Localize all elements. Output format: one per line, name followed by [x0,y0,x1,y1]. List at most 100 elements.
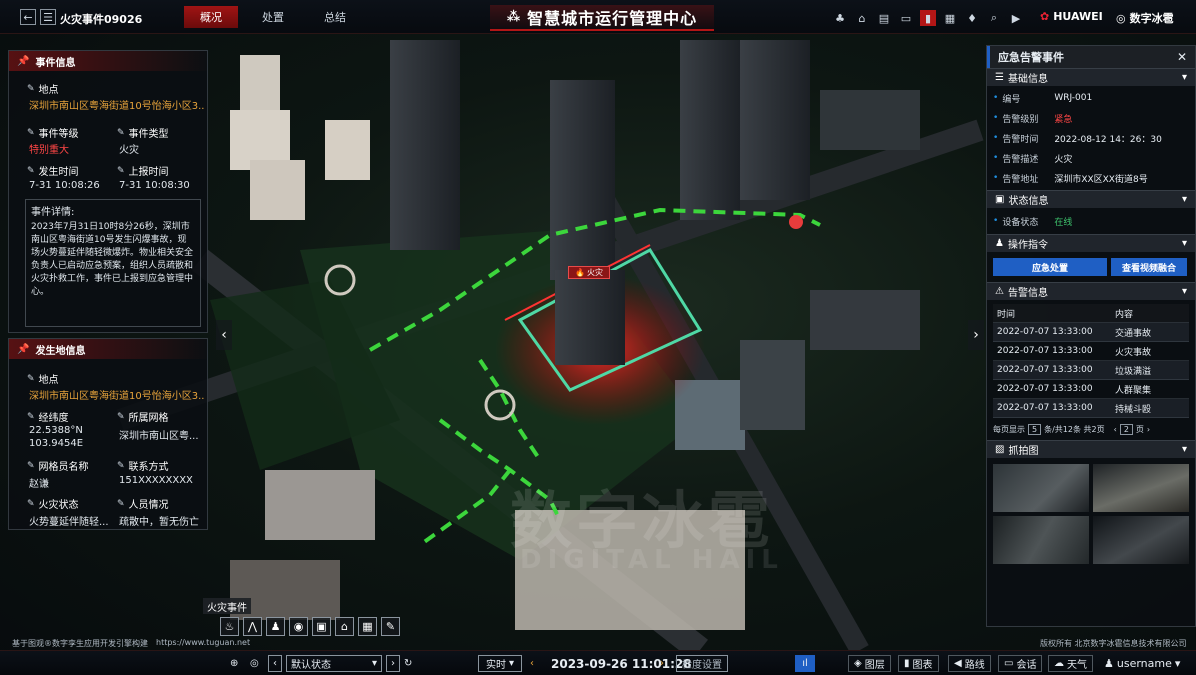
chevron-down-icon: ▾ [1181,238,1187,249]
event-list-button[interactable]: ☰ [40,9,56,25]
location-value: 深圳市南山区粤海街道10号怡海小区3... [29,101,205,112]
equalizer-button[interactable]: ıl [795,655,815,672]
chat-icon: ▭ [1004,658,1014,669]
route-button[interactable]: ◀ 路线 [948,655,991,672]
page-title: ⁂ 智慧城市运行管理中心 [490,5,714,31]
snapshot-image[interactable] [1093,464,1189,512]
chevron-right-icon: › [973,327,979,343]
fire-tool-icon: ♨ [224,620,235,633]
print-icon[interactable]: ▭ [898,10,914,26]
home-icon[interactable]: ⌂ [854,10,870,26]
basic-info-list: • 编号 WRJ-001 • 告警级别 紧急 • 告警时间 2022-08-12 14：26… [987,86,1195,190]
user-icon: ♟ [995,238,1004,249]
prev-page-button[interactable]: ‹ [1114,425,1117,434]
status-info-header[interactable]: ▣ 状态信息 ▾ [987,190,1195,208]
chart-icon[interactable]: ▮ [920,10,936,26]
time-next-button[interactable]: › [660,655,664,672]
list-icon: ☰ [43,10,53,24]
credit-link[interactable]: https://www.tuguan.net [156,638,250,649]
page-size-select[interactable]: 5 [1028,423,1042,435]
site-info-header: 📌 发生地信息 [9,339,207,359]
time-prev-button[interactable]: ‹ [530,655,534,672]
org-icon[interactable]: ♣ [832,10,848,26]
layers-icon: ◈ [854,658,862,669]
fire-location-tag[interactable]: 🔥 火灾 [568,266,610,279]
command-header[interactable]: ♟ 操作指令 ▾ [987,234,1195,252]
contact-label: ✎ 联系方式 [117,460,169,474]
tab-summary[interactable]: 总结 [308,6,362,28]
weather-button[interactable]: ☁ 天气 [1048,655,1093,672]
table-row[interactable]: 2022-07-07 13:33:00 持械斗殴 [993,399,1189,418]
view-video-button[interactable]: 查看视频融合 [1111,258,1187,276]
coord-lng: 103.9454E [29,438,84,449]
layers-icon[interactable]: ▤ [876,10,892,26]
snapshot-header[interactable]: ▨ 抓拍图 ▾ [987,440,1195,458]
search-icon[interactable]: ⌕ [986,10,1002,26]
meeting-button[interactable]: ▭ 会话 [998,655,1043,672]
building-tool-button[interactable]: ⌂ [335,617,354,636]
charts-button[interactable]: ▮ 图表 [898,655,939,672]
camera-tool-button[interactable]: ◉ [289,617,308,636]
target-button[interactable]: ◎ [250,655,259,672]
close-icon[interactable]: ✕ [1177,50,1187,64]
collapse-left-button[interactable]: ‹ [216,320,232,350]
alarm-info-header[interactable]: ⚠ 告警信息 ▾ [987,282,1195,300]
event-info-panel: 📌 事件信息 ✎ 地点 深圳市南山区粤海街道10号怡海小区3... ✎ 事件等级 特… [8,50,208,333]
pen-tool-button[interactable]: ✎ [381,617,400,636]
realtime-select[interactable]: 实时 ▾ [478,655,522,672]
marker-icon: ✎ [27,498,35,509]
table-row[interactable]: 2022-07-07 13:33:00 垃圾满溢 [993,361,1189,380]
arrow-left-icon: ← [23,10,33,24]
ice-ring-icon: ◎ [1116,11,1126,25]
chevron-down-icon: ▾ [1181,286,1187,297]
alarm-panel-header: 应急告警事件 ✕ [987,46,1195,68]
prev-state-button[interactable]: ‹ [268,655,282,672]
alarm-table: 时间 内容 2022-07-07 13:33:00 交通事故 2022-07-07… [987,300,1195,418]
level-label: ✎ 事件等级 [27,127,79,141]
back-button[interactable]: ← [20,9,36,25]
table-row[interactable]: 2022-07-07 13:33:00 人群聚集 [993,380,1189,399]
refresh-button[interactable]: ↻ [404,655,412,672]
emergency-handle-button[interactable]: 应急处置 [993,258,1107,276]
next-page-button[interactable]: › [1147,425,1150,434]
marker-icon: ✎ [27,83,35,94]
event-info-header: 📌 事件信息 [9,51,207,71]
tab-handling[interactable]: 处置 [246,6,300,28]
device-status-value: 在线 [1054,217,1073,228]
speed-setting-button[interactable]: 检度设置 [676,655,728,672]
marker-icon: ✎ [117,411,125,422]
basic-row-level: • 告警级别 紧急 [993,113,1073,125]
tab-overview[interactable]: 概况 [184,6,238,28]
list-icon: ☰ [995,72,1004,83]
detail-label: 事件详情: [31,207,75,218]
snapshot-image[interactable] [993,516,1089,564]
vehicle-tool-button[interactable]: ▣ [312,617,331,636]
page-number-input[interactable]: 2 [1119,423,1133,435]
marker-icon: ✎ [117,498,125,509]
occur-time-value: 7-31 10:08:26 [29,180,100,191]
collapse-right-button[interactable]: › [968,320,984,350]
report-time-value: 7-31 10:08:30 [119,180,190,191]
basic-info-header[interactable]: ☰ 基础信息 ▾ [987,68,1195,86]
tool-tooltip: 火灾事件 [203,598,251,614]
table-row[interactable]: 2022-07-07 13:33:00 火灾事故 [993,342,1189,361]
marker-icon: ✎ [27,165,35,176]
grid-icon[interactable]: ▦ [942,10,958,26]
pin-icon: 📌 [17,343,30,355]
user-menu[interactable]: ♟ username ▾ [1104,655,1180,672]
person-tool-button[interactable]: ♟ [266,617,285,636]
state-select[interactable]: 默认状态 ▾ [286,655,382,672]
next-state-button[interactable]: › [386,655,400,672]
image-icon: ▨ [995,444,1005,455]
layers-button[interactable]: ◈ 图层 [848,655,891,672]
map-tool-button[interactable]: ▦ [358,617,377,636]
snapshot-image[interactable] [1093,516,1189,564]
chevron-down-icon: ▾ [1181,444,1187,455]
fire-tool-button[interactable]: ♨ [220,617,239,636]
locate-button[interactable]: ⊕ [230,655,238,672]
snapshot-image[interactable] [993,464,1089,512]
bell-icon[interactable]: ♦ [964,10,980,26]
table-row[interactable]: 2022-07-07 13:33:00 交通事故 [993,323,1189,342]
video-icon[interactable]: ▶ [1008,10,1024,26]
route-tool-button[interactable]: ⋀ [243,617,262,636]
